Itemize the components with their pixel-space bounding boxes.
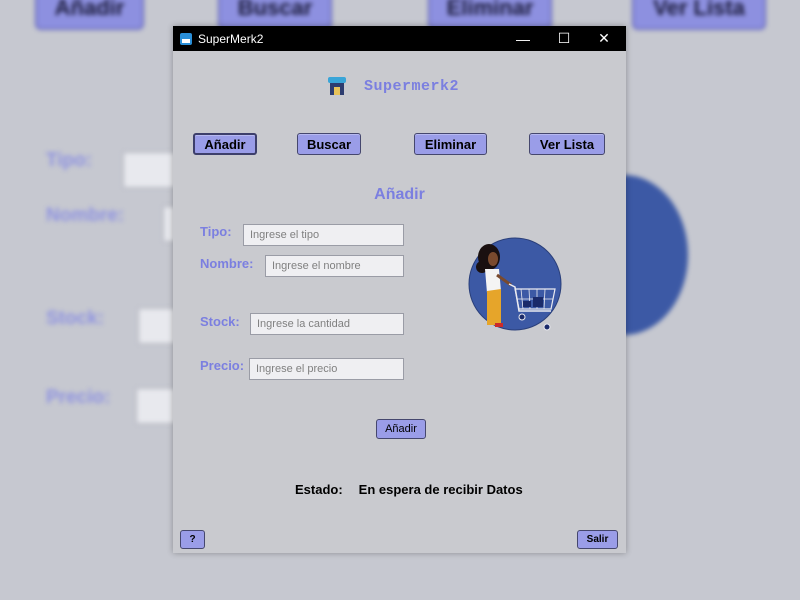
nav-add-button[interactable]: Añadir (193, 133, 257, 155)
help-button[interactable]: ? (180, 530, 205, 549)
tipo-input[interactable] (243, 224, 404, 246)
app-icon (180, 32, 192, 45)
nav-list-button[interactable]: Ver Lista (529, 133, 605, 155)
stock-input[interactable] (250, 313, 404, 335)
tipo-label: Tipo: (200, 224, 232, 239)
maximize-icon[interactable]: ☐ (544, 26, 584, 51)
bg-stock-label: Stock: (46, 308, 105, 329)
status-line: Estado: En espera de recibir Datos (295, 482, 523, 497)
status-value: En espera de recibir Datos (358, 482, 523, 497)
shopping-cart-illustration (468, 237, 562, 331)
precio-input[interactable] (249, 358, 404, 380)
app-window: SuperMerk2 — ☐ ✕ Supermerk2 Añadir Busca… (173, 26, 626, 553)
brand-header: Supermerk2 (328, 77, 459, 95)
nav-delete-button[interactable]: Eliminar (414, 133, 487, 155)
form-title: Añadir (374, 186, 425, 203)
bg-list-button: Ver Lista (632, 0, 766, 30)
bg-nombre-label: Nombre: (46, 205, 125, 226)
bg-precio-label: Precio: (46, 387, 111, 408)
nav-search-button[interactable]: Buscar (297, 133, 361, 155)
brand-title: Supermerk2 (364, 77, 460, 95)
nombre-label: Nombre: (200, 256, 254, 271)
title-bar[interactable]: SuperMerk2 — ☐ ✕ (173, 26, 626, 51)
window-title: SuperMerk2 (198, 31, 264, 46)
bg-add-button: Añadir (35, 0, 144, 30)
close-icon[interactable]: ✕ (584, 26, 624, 51)
exit-button[interactable]: Salir (577, 530, 618, 549)
minimize-icon[interactable]: — (503, 26, 543, 51)
submit-add-button[interactable]: Añadir (376, 419, 426, 439)
status-label: Estado: (295, 482, 343, 497)
nombre-input[interactable] (265, 255, 404, 277)
stock-label: Stock: (200, 314, 240, 329)
store-icon (328, 77, 346, 95)
precio-label: Precio: (200, 358, 245, 373)
bg-tipo-label: Tipo: (46, 150, 93, 171)
